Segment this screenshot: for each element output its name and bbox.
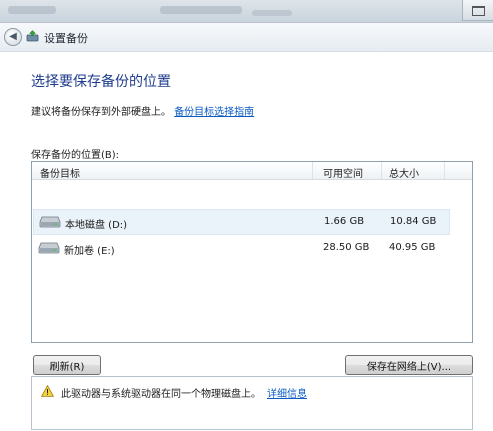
- column-header-total-size[interactable]: 总大小: [389, 165, 419, 180]
- intro-text: 建议将备份保存到外部硬盘上。 备份目标选择指南: [31, 103, 254, 118]
- blurred-background-text: [8, 6, 56, 14]
- title-bar: ◀ 设置备份: [0, 23, 493, 52]
- list-header: 备份目标 可用空间 总大小: [32, 162, 472, 180]
- warning-icon: [41, 385, 54, 397]
- maximize-button[interactable]: [462, 0, 493, 21]
- blurred-background-text: [160, 6, 242, 14]
- warning-panel: 此驱动器与系统驱动器在同一个物理磁盘上。 详细信息: [31, 376, 473, 430]
- drive-name: 本地磁盘 (D:): [65, 220, 128, 231]
- window-title: 设置备份: [44, 32, 88, 45]
- location-list-label: 保存备份的位置(B):: [31, 150, 120, 161]
- background-window-strip: [0, 0, 493, 22]
- backup-icon: [26, 30, 39, 42]
- back-arrow-icon: ◀: [9, 31, 17, 42]
- blurred-background-text: [252, 10, 292, 16]
- back-button[interactable]: ◀: [4, 28, 22, 46]
- drive-free-space: 1.66 GB: [324, 216, 365, 227]
- warning-text: 此驱动器与系统驱动器在同一个物理磁盘上。 详细信息: [61, 385, 307, 400]
- intro-message: 建议将备份保存到外部硬盘上。: [31, 107, 171, 118]
- column-divider[interactable]: [444, 162, 445, 179]
- drive-total-size: 10.84 GB: [390, 216, 437, 227]
- drive-name: 新加卷 (E:): [64, 246, 115, 257]
- page-title: 选择要保存备份的位置: [31, 74, 171, 90]
- refresh-button[interactable]: 刷新(R): [33, 355, 101, 375]
- drive-free-space: 28.50 GB: [323, 242, 370, 253]
- warning-message: 此驱动器与系统驱动器在同一个物理磁盘上。: [61, 389, 261, 400]
- setup-backup-dialog: ◀ 设置备份 选择要保存备份的位置 建议将备份保存到外部硬盘上。 备份目标选择指…: [0, 22, 493, 431]
- column-divider[interactable]: [312, 162, 313, 179]
- save-on-network-button[interactable]: 保存在网络上(V)...: [345, 355, 473, 375]
- guide-link[interactable]: 备份目标选择指南: [174, 107, 254, 118]
- drive-total-size: 40.95 GB: [389, 242, 436, 253]
- details-link[interactable]: 详细信息: [267, 389, 307, 400]
- hard-drive-icon: [38, 242, 60, 254]
- hard-drive-icon: [39, 216, 61, 228]
- list-item[interactable]: 新加卷 (E:) 28.50 GB 40.95 GB: [33, 236, 448, 260]
- column-header-target[interactable]: 备份目标: [40, 165, 80, 180]
- backup-location-list[interactable]: 备份目标 可用空间 总大小 本地磁盘 (D:) 1.66 GB 10.84 GB: [31, 161, 473, 343]
- list-item[interactable]: 本地磁盘 (D:) 1.66 GB 10.84 GB: [33, 209, 450, 235]
- column-divider[interactable]: [381, 162, 382, 179]
- column-header-free-space[interactable]: 可用空间: [323, 165, 363, 180]
